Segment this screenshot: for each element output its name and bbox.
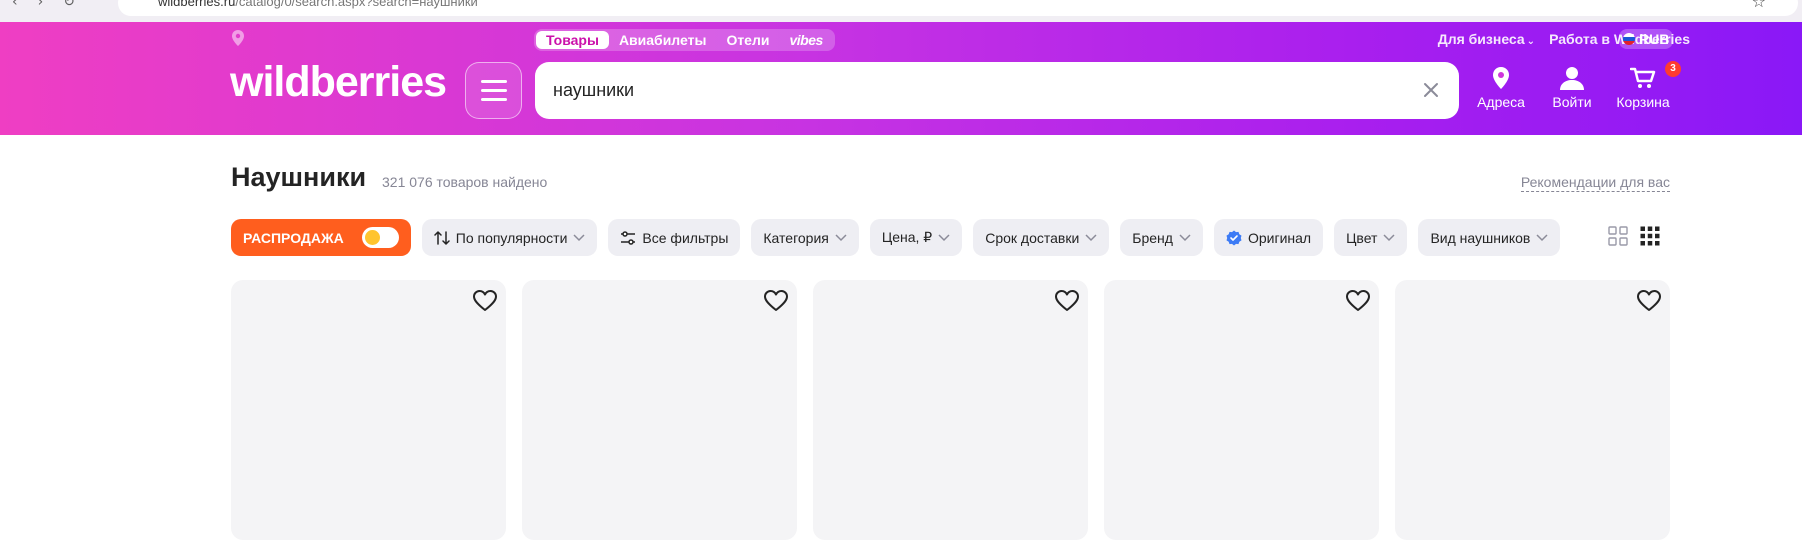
category-filter[interactable]: Категория — [751, 219, 859, 256]
currency-label: RUB — [1639, 31, 1670, 47]
chevron-down-icon — [573, 233, 585, 242]
sort-dropdown[interactable]: По популярности — [421, 219, 598, 256]
product-grid — [231, 280, 1670, 540]
user-icon — [1560, 67, 1584, 90]
headphone-type-filter[interactable]: Вид наушников — [1418, 219, 1561, 256]
price-filter[interactable]: Цена, ₽ — [869, 219, 963, 256]
delivery-label: Срок доставки — [985, 229, 1080, 246]
reload-icon[interactable]: ↻ — [63, 0, 75, 10]
search-bar — [535, 62, 1459, 119]
price-label: Цена, ₽ — [881, 229, 933, 245]
color-filter[interactable]: Цвет — [1334, 219, 1408, 256]
filter-bar: РАСПРОДАЖА По популярности Все фильтры К… — [231, 219, 1561, 256]
delivery-filter[interactable]: Срок доставки — [973, 219, 1110, 256]
location-pin-icon[interactable] — [231, 30, 245, 46]
chevron-down-icon — [938, 233, 950, 242]
russia-flag-icon — [1623, 33, 1635, 45]
heart-icon[interactable] — [1054, 288, 1080, 314]
product-card[interactable] — [1104, 280, 1379, 540]
tab-vibes[interactable]: vibes — [779, 31, 832, 49]
product-card[interactable] — [231, 280, 506, 540]
chevron-down-icon — [1536, 233, 1548, 242]
menu-line — [480, 80, 507, 83]
cart-icon — [1630, 67, 1656, 88]
cart-button[interactable]: 3 Корзина — [1613, 61, 1681, 110]
url-text: wildberries.ru/catalog/0/search.aspx?sea… — [158, 0, 478, 9]
heart-icon[interactable] — [763, 288, 789, 314]
original-label: Оригинал — [1247, 229, 1312, 246]
business-link[interactable]: Для бизнеса ⌄ — [1438, 31, 1535, 47]
sale-toggle[interactable]: РАСПРОДАЖА — [231, 219, 411, 256]
verified-badge-icon — [1226, 230, 1242, 245]
product-card[interactable] — [813, 280, 1088, 540]
headphone-type-label: Вид наушников — [1430, 229, 1531, 246]
bookmark-star-icon[interactable]: ☆ — [1752, 0, 1766, 11]
view-toggle — [1608, 226, 1660, 246]
search-input[interactable] — [553, 62, 1373, 119]
browser-chrome: ‹ › ↻ wildberries.ru/catalog/0/search.as… — [0, 0, 1802, 22]
all-filters-label: Все фильтры — [642, 229, 729, 246]
filters-icon — [621, 230, 636, 245]
chevron-down-icon — [1179, 233, 1191, 242]
heart-icon[interactable] — [1636, 288, 1662, 314]
chevron-down-icon — [835, 233, 847, 242]
addresses-button[interactable]: Адреса — [1471, 66, 1531, 110]
tab-hotels[interactable]: Отели — [716, 31, 779, 49]
small-grid-icon[interactable] — [1640, 226, 1660, 246]
address-bar[interactable]: wildberries.ru/catalog/0/search.aspx?sea… — [118, 0, 1798, 16]
results-count: 321 076 товаров найдено — [382, 174, 548, 190]
tab-flights[interactable]: Авиабилеты — [609, 31, 717, 49]
menu-line — [480, 89, 507, 92]
addresses-label: Адреса — [1477, 94, 1525, 110]
forward-icon[interactable]: › — [38, 0, 44, 10]
site-header: Товары Авиабилеты Отели vibes Для бизнес… — [0, 22, 1802, 135]
cart-count-badge: 3 — [1665, 61, 1681, 77]
back-icon[interactable]: ‹ — [12, 0, 18, 10]
original-filter[interactable]: Оригинал — [1213, 219, 1324, 256]
large-grid-icon[interactable] — [1608, 226, 1628, 246]
login-label: Войти — [1552, 94, 1592, 110]
recommendations-link[interactable]: Рекомендации для вас — [1520, 174, 1670, 192]
browser-nav: ‹ › ↻ — [12, 0, 75, 10]
menu-line — [480, 98, 507, 101]
sort-label: По популярности — [455, 229, 568, 246]
product-card[interactable] — [1395, 280, 1670, 540]
clear-search-icon[interactable] — [1419, 78, 1443, 102]
sale-label: РАСПРОДАЖА — [243, 229, 344, 246]
brand-filter[interactable]: Бренд — [1120, 219, 1203, 256]
product-card[interactable] — [522, 280, 797, 540]
sort-icon — [434, 230, 450, 245]
catalog-menu-button[interactable] — [465, 62, 522, 119]
chevron-down-icon — [1085, 233, 1097, 242]
login-button[interactable]: Войти — [1542, 66, 1602, 110]
page-title: Наушники — [231, 162, 367, 192]
category-label: Категория — [763, 229, 829, 246]
wildberries-logo[interactable]: wildberries — [230, 58, 447, 107]
all-filters-button[interactable]: Все фильтры — [608, 219, 741, 256]
heart-icon[interactable] — [1345, 288, 1371, 314]
brand-label: Бренд — [1132, 229, 1173, 246]
toggle-switch[interactable] — [361, 227, 399, 248]
chevron-down-icon: ⌄ — [1526, 36, 1536, 47]
location-pin-icon — [1493, 67, 1509, 89]
cart-label: Корзина — [1616, 94, 1670, 110]
heart-icon[interactable] — [472, 288, 498, 314]
color-label: Цвет — [1346, 229, 1378, 246]
chevron-down-icon — [1383, 233, 1395, 242]
currency-selector[interactable]: RUB — [1619, 29, 1674, 49]
service-tabs: Товары Авиабилеты Отели vibes — [534, 29, 835, 51]
tab-goods[interactable]: Товары — [536, 31, 609, 49]
toggle-knob — [364, 230, 380, 245]
